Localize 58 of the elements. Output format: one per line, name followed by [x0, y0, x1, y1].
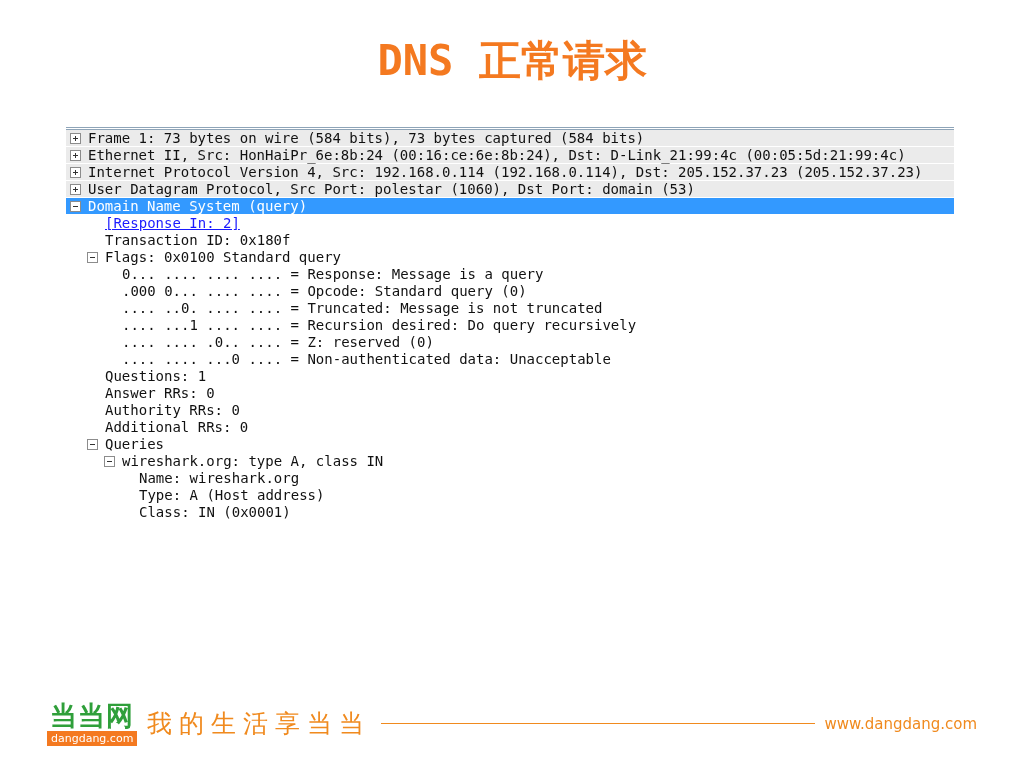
- collapse-icon[interactable]: [104, 455, 115, 467]
- tree-row[interactable]: [Response In: 2]: [66, 215, 954, 231]
- tree-row[interactable]: Authority RRs: 0: [66, 402, 954, 418]
- tree-item-label: Questions: 1: [105, 369, 207, 383]
- expand-icon[interactable]: [70, 149, 81, 161]
- tree-row[interactable]: Frame 1: 73 bytes on wire (584 bits), 73 bytes captured (584 bits): [66, 130, 954, 146]
- tree-item-label: Authority RRs: 0: [105, 403, 240, 417]
- tree-row[interactable]: Transaction ID: 0x180f: [66, 232, 954, 248]
- collapse-icon[interactable]: [70, 200, 81, 212]
- tree-item-label: Class: IN (0x0001): [139, 505, 291, 519]
- tree-item-label: Type: A (Host address): [139, 488, 325, 502]
- tree-row[interactable]: .... .... .0.. .... = Z: reserved (0): [66, 334, 954, 350]
- tree-item-label: .... ...1 .... .... = Recursion desired: Do query recursively: [122, 318, 637, 332]
- tree-row[interactable]: Type: A (Host address): [66, 487, 954, 503]
- tree-item-label: wireshark.org: type A, class IN: [122, 454, 384, 468]
- slide-title: DNS 正常请求: [377, 35, 647, 87]
- collapse-icon[interactable]: [87, 438, 98, 450]
- tree-row[interactable]: 0... .... .... .... = Response: Message is a query: [66, 266, 954, 282]
- tree-row[interactable]: Flags: 0x0100 Standard query: [66, 249, 954, 265]
- tree-item-label: Internet Protocol Version 4, Src: 192.168.0.114 (192.168.0.114), Dst: 205.152.37.23 (205.152.37.23): [88, 165, 923, 179]
- tree-row[interactable]: .000 0... .... .... = Opcode: Standard query (0): [66, 283, 954, 299]
- collapse-icon[interactable]: [87, 251, 98, 263]
- tree-item-label: Domain Name System (query): [88, 199, 308, 213]
- tree-item-label: Additional RRs: 0: [105, 420, 249, 434]
- tree-item-label: .... .... .0.. .... = Z: reserved (0): [122, 335, 434, 349]
- tree-item-label: .... .... ...0 .... = Non-authenticated data: Unacceptable: [122, 352, 611, 366]
- tree-item-label: Answer RRs: 0: [105, 386, 215, 400]
- tree-item-label: 0... .... .... .... = Response: Message is a query: [122, 267, 544, 281]
- tree-row[interactable]: Class: IN (0x0001): [66, 504, 954, 520]
- logo-domain: dangdang.com: [47, 731, 138, 746]
- tree-row[interactable]: User Datagram Protocol, Src Port: polestar (1060), Dst Port: domain (53): [66, 181, 954, 197]
- tree-row[interactable]: Questions: 1: [66, 368, 954, 384]
- tree-row[interactable]: Queries: [66, 436, 954, 452]
- response-link[interactable]: [Response In: 2]: [105, 215, 240, 231]
- tree-item-label: Flags: 0x0100 Standard query: [105, 250, 341, 264]
- tree-item-label: Transaction ID: 0x180f: [105, 233, 291, 247]
- tree-item-label: Frame 1: 73 bytes on wire (584 bits), 73 bytes captured (584 bits): [88, 131, 645, 145]
- tree-row[interactable]: Internet Protocol Version 4, Src: 192.168.0.114 (192.168.0.114), Dst: 205.152.37.23 (205.152.37.23): [66, 164, 954, 180]
- tree-item-label: Name: wireshark.org: [139, 471, 300, 485]
- tree-row[interactable]: .... ..0. .... .... = Truncated: Message is not truncated: [66, 300, 954, 316]
- logo-text: 当当网: [50, 701, 135, 731]
- tree-row[interactable]: .... ...1 .... .... = Recursion desired: Do query recursively: [66, 317, 954, 333]
- tree-row[interactable]: .... .... ...0 .... = Non-authenticated data: Unacceptable: [66, 351, 954, 367]
- tree-row[interactable]: Answer RRs: 0: [66, 385, 954, 401]
- tree-row[interactable]: wireshark.org: type A, class IN: [66, 453, 954, 469]
- expand-icon[interactable]: [70, 183, 81, 195]
- tree-item-label: Queries: [105, 437, 164, 451]
- tree-item-label: Ethernet II, Src: HonHaiPr_6e:8b:24 (00:16:ce:6e:8b:24), Dst: D-Link_21:99:4c (00:05:5d:21:99:4c): [88, 148, 906, 162]
- tree-item-label: .000 0... .... .... = Opcode: Standard query (0): [122, 284, 527, 298]
- expand-icon[interactable]: [70, 132, 81, 144]
- footer-url: www.dangdang.com: [824, 714, 977, 733]
- tree-item-label: .... ..0. .... .... = Truncated: Message is not truncated: [122, 301, 603, 315]
- tree-row[interactable]: Name: wireshark.org: [66, 470, 954, 486]
- slogan: 我的生活享当当: [147, 708, 372, 740]
- tree-row[interactable]: Additional RRs: 0: [66, 419, 954, 435]
- tree-row[interactable]: Ethernet II, Src: HonHaiPr_6e:8b:24 (00:16:ce:6e:8b:24), Dst: D-Link_21:99:4c (00:05:5d:21:99:4c): [66, 147, 954, 163]
- expand-icon[interactable]: [70, 166, 81, 178]
- tree-item-label: User Datagram Protocol, Src Port: polestar (1060), Dst Port: domain (53): [88, 182, 695, 196]
